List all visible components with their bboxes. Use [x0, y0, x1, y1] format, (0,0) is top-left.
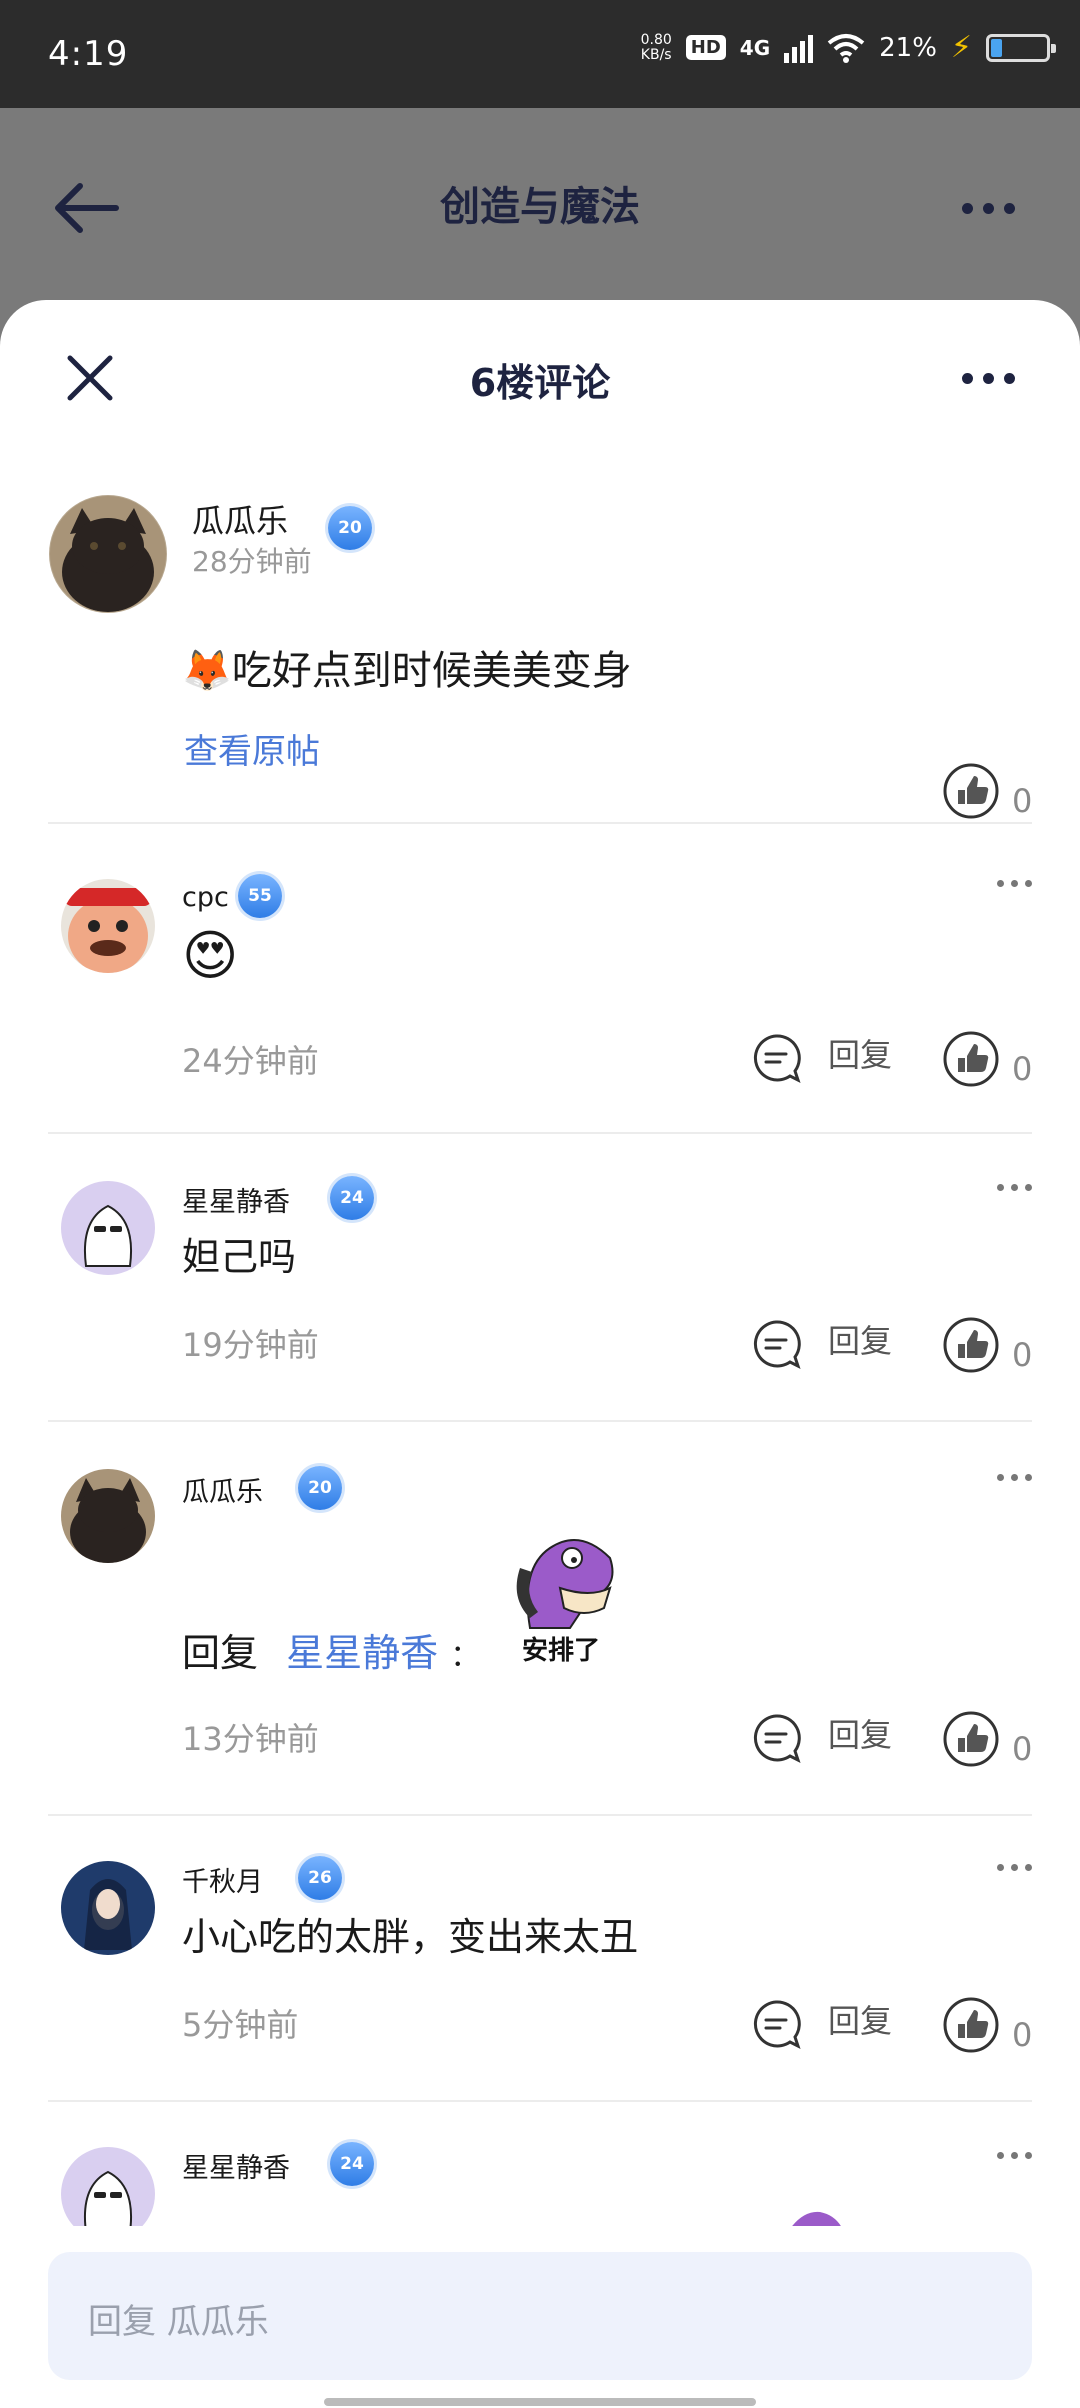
like-count: 0 — [1012, 782, 1033, 820]
sticker-preview-icon — [792, 2211, 841, 2226]
like-count: 0 — [1012, 1730, 1033, 1768]
reply-icon — [753, 2000, 801, 2049]
sticker-caption: 安排了 — [522, 1636, 601, 1666]
wifi-icon — [827, 33, 865, 63]
net-speed-unit: KB/s — [640, 46, 672, 63]
comment-text: 小心吃的太胖，变出来太丑 — [182, 1915, 639, 1959]
thumbs-up-icon — [943, 1711, 999, 1767]
avatar[interactable] — [60, 1860, 156, 1956]
reply-prefix: 回复 — [182, 1631, 259, 1675]
avatar[interactable] — [60, 1180, 156, 1276]
net-speed: 0.80 KB/s — [640, 31, 672, 63]
level-badge: 20 — [298, 1466, 342, 1510]
comment-text: 妲己吗 — [182, 1235, 297, 1279]
battery-fill — [991, 38, 1002, 57]
view-original-link[interactable]: 查看原帖 — [184, 724, 320, 773]
like-button[interactable]: 0 — [942, 1996, 1032, 2054]
thumbs-up-icon — [943, 1317, 999, 1373]
like-count: 0 — [1012, 1050, 1033, 1088]
thumbs-up-icon — [943, 763, 999, 819]
comment-item: 星星静香 24 妲己吗 19分钟前 回复 0 — [0, 1134, 1080, 1420]
avatar[interactable] — [60, 2146, 156, 2226]
comment-item: 千秋月 26 小心吃的太胖，变出来太丑 5分钟前 回复 0 — [0, 1816, 1080, 2100]
post-username[interactable]: 瓜瓜乐 — [192, 496, 288, 542]
dinosaur-sticker-icon — [516, 1539, 614, 1629]
signal-icon — [784, 33, 814, 63]
charging-icon: ⚡ — [950, 30, 972, 65]
original-post: 瓜瓜乐 20 28分钟前 🦊吃好点到时候美美变身 查看原帖 0 — [0, 300, 1080, 822]
reply-icon — [753, 1714, 801, 1763]
comment-text: 回复 星星静香 ： — [182, 1622, 480, 1677]
level-badge: 55 — [238, 874, 282, 918]
reply-button[interactable] — [750, 1998, 802, 2050]
page-title: 创造与魔法 — [440, 184, 640, 230]
like-button[interactable]: 0 — [942, 1316, 1032, 1374]
more-icon[interactable] — [962, 188, 1032, 228]
net-speed-value: 0.80 — [640, 31, 672, 48]
comment-text: 😍 — [182, 924, 239, 987]
reply-button[interactable] — [750, 1712, 802, 1764]
comment-time: 5分钟前 — [182, 2006, 299, 2044]
reply-icon — [753, 1320, 801, 1369]
level-badge: 24 — [330, 1176, 374, 1220]
comment-username[interactable]: cpc — [182, 882, 229, 913]
comment-item: cpc 55 😍 24分钟前 回复 0 — [0, 824, 1080, 1132]
comment-more-icon[interactable] — [997, 2152, 1032, 2159]
reply-button[interactable] — [750, 1318, 802, 1370]
reply-colon: ： — [450, 1639, 481, 1674]
comment-more-icon[interactable] — [997, 1864, 1032, 1871]
status-time: 4:19 — [48, 34, 129, 74]
like-count: 0 — [1012, 2016, 1033, 2054]
level-badge: 24 — [330, 2142, 374, 2186]
comment-time: 13分钟前 — [182, 1720, 319, 1758]
comment-username[interactable]: 千秋月 — [182, 1860, 263, 1899]
reply-input[interactable]: 回复 瓜瓜乐 — [48, 2252, 1032, 2380]
avatar[interactable] — [60, 878, 156, 974]
like-count: 0 — [1012, 1336, 1033, 1374]
battery-percent: 21% — [879, 32, 937, 63]
battery-icon — [986, 33, 1056, 62]
reply-button[interactable] — [750, 1032, 802, 1084]
network-type: 4G — [739, 35, 771, 60]
avatar[interactable] — [60, 1468, 156, 1564]
like-button[interactable]: 0 — [942, 1710, 1032, 1768]
comment-username[interactable]: 瓜瓜乐 — [182, 1470, 263, 1509]
comment-time: 19分钟前 — [182, 1326, 319, 1364]
post-time: 28分钟前 — [192, 545, 312, 578]
comment-more-icon[interactable] — [997, 1184, 1032, 1191]
post-text: 🦊吃好点到时候美美变身 — [182, 648, 632, 694]
status-bar: 4:19 0.80 KB/s HD 4G 21% ⚡ — [0, 0, 1080, 108]
comment-username[interactable]: 星星静香 — [182, 2146, 290, 2185]
thumbs-up-icon — [943, 1031, 999, 1087]
mention-link[interactable]: 星星静香 — [286, 1631, 438, 1675]
comment-more-icon[interactable] — [997, 880, 1032, 887]
comment-item: 星星静香 24 — [0, 2102, 1080, 2226]
comment-more-icon[interactable] — [997, 1474, 1032, 1481]
hd-icon: HD — [685, 35, 726, 60]
reply-input-placeholder: 回复 瓜瓜乐 — [88, 2302, 269, 2342]
reply-label[interactable]: 回复 — [828, 1996, 892, 2042]
sticker[interactable]: 安排了 — [500, 1518, 630, 1668]
comment-time: 24分钟前 — [182, 1042, 319, 1080]
level-badge: 20 — [328, 506, 372, 550]
like-button[interactable]: 0 — [942, 762, 1032, 820]
comment-username[interactable]: 星星静香 — [182, 1180, 290, 1219]
app-bar: 创造与魔法 — [0, 108, 1080, 298]
like-button[interactable]: 0 — [942, 1030, 1032, 1088]
reply-label[interactable]: 回复 — [828, 1030, 892, 1076]
status-icons: 0.80 KB/s HD 4G 21% ⚡ — [640, 30, 1056, 65]
home-indicator[interactable] — [324, 2398, 756, 2406]
thumbs-up-icon — [943, 1997, 999, 2053]
reply-label[interactable]: 回复 — [828, 1710, 892, 1756]
reply-label[interactable]: 回复 — [828, 1316, 892, 1362]
level-badge: 26 — [298, 1856, 342, 1900]
comment-item: 瓜瓜乐 20 回复 星星静香 ： 安排了 13分钟前 回复 0 — [0, 1422, 1080, 1814]
avatar[interactable] — [48, 494, 168, 614]
reply-icon — [753, 1034, 801, 1083]
